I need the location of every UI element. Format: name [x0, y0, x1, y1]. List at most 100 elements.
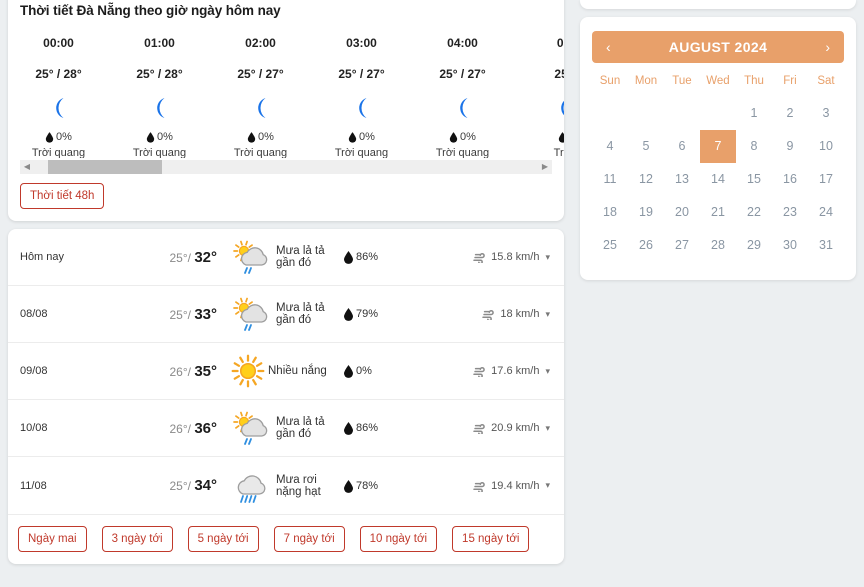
forecast-range-button[interactable]: 7 ngày tới	[273, 526, 345, 552]
daily-forecast-row[interactable]: 09/08 26°/ 35° Nhiều nắng 0% 17.6 km/h ▾	[8, 343, 564, 400]
weather-page: Thời tiết Đà Nẵng theo giờ ngày hôm nay …	[0, 0, 864, 587]
wind-icon	[473, 251, 487, 263]
daily-condition: Mưa lả tả gần đó	[217, 410, 343, 446]
daily-forecast-row[interactable]: 11/08 25°/ 34° Mưa rơi nặng hạt 78% 19.4 km/…	[8, 457, 564, 514]
calendar-day[interactable]: 25	[592, 229, 628, 262]
daily-humidity: 86%	[343, 250, 435, 264]
calendar-day[interactable]: 2	[772, 97, 808, 130]
calendar-day[interactable]: 12	[628, 163, 664, 196]
humidity-drop-icon	[247, 131, 256, 143]
humidity-drop-icon	[343, 479, 354, 493]
calendar-weekday: Wed	[706, 75, 730, 87]
hour-time: 04:00	[447, 36, 478, 50]
calendar-day-selected[interactable]: 7	[700, 130, 736, 163]
daily-temperature: 25°/ 32°	[169, 248, 217, 266]
calendar-day[interactable]: 30	[772, 229, 808, 262]
calendar-day[interactable]: 31	[808, 229, 844, 262]
daily-condition-text: Nhiều nắng	[268, 365, 327, 377]
calendar-day[interactable]: 16	[772, 163, 808, 196]
scroll-left-arrow-icon[interactable]: ◀	[20, 160, 34, 174]
humidity-drop-icon	[45, 131, 54, 143]
calendar-day[interactable]: 15	[736, 163, 772, 196]
forecast-range-button[interactable]: 3 ngày tới	[101, 526, 173, 552]
moon-icon	[49, 96, 69, 120]
hour-temperature: 25°	[554, 67, 564, 81]
calendar-day[interactable]: 24	[808, 196, 844, 229]
calendar-empty-cell	[664, 97, 700, 130]
scrollbar-thumb[interactable]	[48, 160, 162, 174]
calendar-day[interactable]: 14	[700, 163, 736, 196]
daily-forecast-row[interactable]: 10/08 26°/ 36° Mưa lả tả gần đó 86% 20.9 km/…	[8, 400, 564, 457]
calendar-day[interactable]: 21	[700, 196, 736, 229]
calendar-day[interactable]: 9	[772, 130, 808, 163]
forecast-range-button[interactable]: Ngày mai	[18, 526, 87, 552]
calendar-day[interactable]: 26	[628, 229, 664, 262]
cloud-heavy-rain-icon	[231, 468, 273, 504]
chevron-down-icon[interactable]: ▾	[545, 252, 550, 263]
hour-column[interactable]: 05 25° Trời	[513, 36, 564, 158]
calendar-day[interactable]: 22	[736, 196, 772, 229]
daily-condition-text: Mưa lả tả gần đó	[276, 302, 325, 326]
humidity-drop-icon	[558, 131, 564, 143]
daily-temperature: 26°/ 35°	[169, 362, 217, 380]
calendar-day[interactable]: 5	[628, 130, 664, 163]
daily-forecast-card: Hôm nay 25°/ 32° Mưa lả tả gần đó 86% 15.8 k…	[8, 229, 564, 564]
hour-time: 05	[556, 36, 564, 50]
calendar-day[interactable]: 27	[664, 229, 700, 262]
calendar-day[interactable]: 10	[808, 130, 844, 163]
humidity-drop-icon	[146, 131, 155, 143]
hour-column[interactable]: 01:00 25° / 28° 0% Trời quang	[109, 36, 210, 158]
hour-column[interactable]: 00:00 25° / 28° 0% Trời quang	[8, 36, 109, 158]
calendar-day[interactable]: 28	[700, 229, 736, 262]
humidity-drop-icon	[348, 131, 357, 143]
calendar-next-icon[interactable]: ›	[825, 40, 830, 54]
calendar-prev-icon[interactable]: ‹	[606, 40, 611, 54]
chevron-down-icon[interactable]: ▾	[545, 309, 550, 320]
daily-forecast-row[interactable]: Hôm nay 25°/ 32° Mưa lả tả gần đó 86% 15.8 k…	[8, 229, 564, 286]
calendar-empty-cell	[700, 97, 736, 130]
hour-column[interactable]: 02:00 25° / 27° 0% Trời quang	[210, 36, 311, 158]
calendar-day[interactable]: 6	[664, 130, 700, 163]
daily-temperature: 25°/ 33°	[169, 305, 217, 323]
hourly-actions: Thời tiết 48h	[8, 174, 564, 221]
calendar-day[interactable]: 29	[736, 229, 772, 262]
humidity-drop-icon	[343, 421, 354, 435]
sun-cloud-rain-icon	[231, 239, 273, 275]
calendar-empty-cell	[628, 97, 664, 130]
sun-icon	[231, 354, 265, 388]
calendar-day[interactable]: 3	[808, 97, 844, 130]
chevron-down-icon[interactable]: ▾	[545, 423, 550, 434]
hourly-forecast-card: Thời tiết Đà Nẵng theo giờ ngày hôm nay …	[8, 0, 564, 221]
hour-weather-icon	[513, 95, 564, 121]
hour-column[interactable]: 04:00 25° / 27° 0% Trời quang	[412, 36, 513, 158]
calendar-weekday: Tue	[672, 75, 692, 87]
calendar-day[interactable]: 18	[592, 196, 628, 229]
calendar-day[interactable]: 1	[736, 97, 772, 130]
calendar-day[interactable]: 4	[592, 130, 628, 163]
wind-icon	[473, 365, 487, 377]
scrollbar-track[interactable]	[34, 160, 538, 174]
daily-forecast-row[interactable]: 08/08 25°/ 33° Mưa lả tả gần đó 79% 18 km/h ▾	[8, 286, 564, 343]
calendar-day[interactable]: 17	[808, 163, 844, 196]
hour-column[interactable]: 03:00 25° / 27° 0% Trời quang	[311, 36, 412, 158]
calendar-day[interactable]: 11	[592, 163, 628, 196]
forecast-range-button[interactable]: 10 ngày tới	[359, 526, 438, 552]
hourly-scrollbar[interactable]: ◀ ▶	[20, 160, 552, 174]
calendar-day[interactable]: 19	[628, 196, 664, 229]
calendar-day[interactable]: 8	[736, 130, 772, 163]
calendar-day[interactable]: 23	[772, 196, 808, 229]
calendar-day[interactable]: 13	[664, 163, 700, 196]
chevron-down-icon[interactable]: ▾	[545, 480, 550, 491]
forecast-range-button[interactable]: 5 ngày tới	[187, 526, 259, 552]
daily-date: Hôm nay	[20, 251, 65, 263]
wind-icon	[473, 480, 487, 492]
hour-precipitation: 0%	[8, 131, 109, 143]
calendar-day[interactable]: 20	[664, 196, 700, 229]
calendar-weekday-header: Sun Mon Tue Wed Thu Fri Sat	[592, 63, 844, 97]
hourly-scroll-viewport[interactable]: 00:00 25° / 28° 0% Trời quang 01:00 25° / 28°…	[8, 18, 564, 158]
calendar-weekday: Fri	[783, 75, 797, 87]
forecast-range-button[interactable]: 15 ngày tới	[452, 526, 530, 552]
chevron-down-icon[interactable]: ▾	[545, 366, 550, 377]
scroll-right-arrow-icon[interactable]: ▶	[538, 160, 552, 174]
weather-48h-button[interactable]: Thời tiết 48h	[20, 183, 105, 209]
